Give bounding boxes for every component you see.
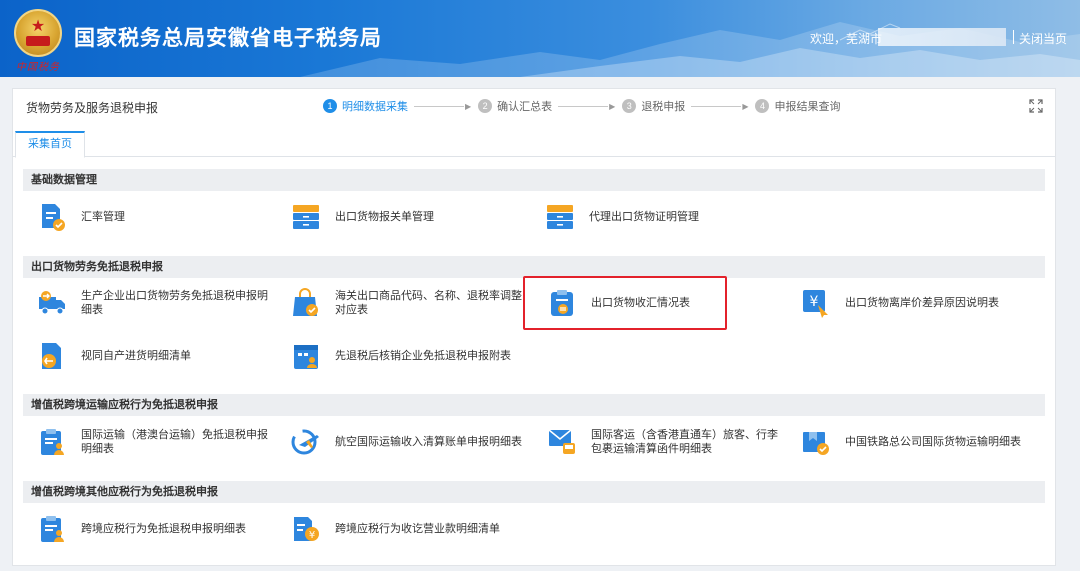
tax-emblem-icon: ★ [14,9,62,57]
item-label: 汇率管理 [81,211,125,223]
tab-strip: 采集首页 [13,131,1055,158]
doc-yuan-icon: ¥ [294,517,319,541]
shopping-bag-check-icon [293,288,318,316]
drawer-cabinet-icon [293,205,319,229]
step-progress: 1 明细数据采集 ▶ 2 确认汇总表 ▶ 3 退税申报 ▶ 4 申报结果查询 [323,98,840,114]
arrow-right-icon: ▶ [609,101,616,111]
item-label: 出口货物离岸价差异原因说明表 [845,297,999,309]
tab-collection-home[interactable]: 采集首页 [15,131,85,158]
bookmark-check-icon [803,432,829,455]
page-title: 货物劳务及服务退税申报 [26,101,159,115]
step-label: 退税申报 [641,101,686,113]
step-4[interactable]: 4 申报结果查询 [755,98,840,114]
item-label: 航空国际运输收入清算账单申报明细表 [335,436,522,448]
step-1[interactable]: 1 明细数据采集 [323,98,408,114]
step-connector [558,105,609,107]
section-basic-data: 基础数据管理 [23,169,1045,191]
emblem-signature: 中国税务 [16,62,60,73]
clipboard-user-icon [41,516,64,542]
site-title: 国家税务总局安徽省电子税务局 [74,26,382,50]
step-number: 4 [755,99,770,113]
section-cross-border-other: 增值税跨境其他应税行为免抵退税申报 [23,481,1045,503]
item-cross-border-receipts[interactable]: ¥ 跨境应税行为收讫营业款明细清单 [291,514,500,544]
item-deemed-self-produced[interactable]: 视同自产进货明细清单 [37,341,191,371]
step-2[interactable]: 2 确认汇总表 [478,98,552,114]
step-3[interactable]: 3 退税申报 [622,98,685,114]
item-label: 国际客运（含香港直通车）旅客、行李包裹运输清算函件明细表 [591,429,778,455]
item-label: 中国铁路总公司国际货物运输明细表 [845,436,1021,448]
item-exchange-rate[interactable]: 汇率管理 [37,202,125,232]
welcome-text: 欢迎，芜湖市 [810,32,883,46]
main-panel: 货物劳务及服务退税申报 1 明细数据采集 ▶ 2 确认汇总表 ▶ 3 退税申报 … [12,88,1056,566]
close-page-link[interactable]: 关闭当页 [1019,30,1067,47]
clipboard-user-icon [41,429,64,455]
section-export-refund: 出口货物劳务免抵退税申报 [23,256,1045,278]
doc-arrow-icon [42,343,61,369]
item-label: 视同自产进货明细清单 [81,350,191,362]
mail-bus-icon [548,429,575,454]
step-number: 2 [478,99,493,113]
item-customs-declaration[interactable]: 出口货物报关单管理 [291,202,434,232]
highlight-box [523,276,727,330]
item-label: 出口货物报关单管理 [335,211,434,223]
item-production-export-detail[interactable]: 生产企业出口货物劳务免抵退税申报明细表 [37,288,269,318]
svg-text:¥: ¥ [810,294,819,310]
step-number: 3 [622,99,637,113]
calendar-user-icon [294,345,318,369]
item-fob-price-difference[interactable]: ¥ 出口货物离岸价差异原因说明表 [801,288,1033,318]
item-label: 海关出口商品代码、名称、退税率调整对应表 [335,290,522,316]
item-agent-export-cert[interactable]: 代理出口货物证明管理 [545,202,699,232]
item-intl-transport-hkmt[interactable]: 国际运输（港澳台运输）免抵退税申报明细表 [37,427,269,457]
yuan-cursor-icon: ¥ [803,290,828,318]
step-connector [691,105,742,107]
section-cross-border-transport: 增值税跨境运输应税行为免抵退税申报 [23,394,1045,416]
item-cross-border-exemption-detail[interactable]: 跨境应税行为免抵退税申报明细表 [37,514,246,544]
svg-text:¥: ¥ [309,530,315,541]
top-banner: ★ 中国税务 国家税务总局安徽省电子税务局 欢迎，芜湖市 关闭当页 [0,0,1080,77]
item-label: 代理出口货物证明管理 [589,211,699,223]
drawer-cabinet-icon [547,205,573,229]
step-number: 1 [323,99,337,113]
exchange-rate-doc-icon [42,204,65,231]
header-divider [1013,30,1014,44]
item-label: 跨境应税行为免抵退税申报明细表 [81,523,246,535]
fullscreen-expand-icon[interactable] [1029,99,1043,113]
step-connector [414,105,464,107]
item-label: 跨境应税行为收讫营业款明细清单 [335,523,500,535]
item-railway-freight[interactable]: 中国铁路总公司国际货物运输明细表 [801,427,1021,457]
item-refund-first-attachment[interactable]: 先退税后核销企业免抵退税申报附表 [291,341,511,371]
arrow-right-icon: ▶ [465,101,472,111]
airplane-icon [291,429,319,455]
step-label: 申报结果查询 [774,101,841,113]
item-air-transport-settlement[interactable]: 航空国际运输收入清算账单申报明细表 [291,427,522,457]
arrow-right-icon: ▶ [742,101,749,111]
delivery-truck-icon [39,291,65,315]
item-customs-code-mapping[interactable]: 海关出口商品代码、名称、退税率调整对应表 [291,288,523,318]
item-label: 生产企业出口货物劳务免抵退税申报明细表 [81,290,268,316]
masked-username [878,28,1006,46]
item-label: 国际运输（港澳台运输）免抵退税申报明细表 [81,429,268,455]
step-label: 确认汇总表 [497,101,553,113]
item-passenger-luggage-settlement[interactable]: 国际客运（含香港直通车）旅客、行李包裹运输清算函件明细表 [547,427,779,457]
step-label: 明细数据采集 [342,101,408,113]
item-label: 先退税后核销企业免抵退税申报附表 [335,350,511,362]
